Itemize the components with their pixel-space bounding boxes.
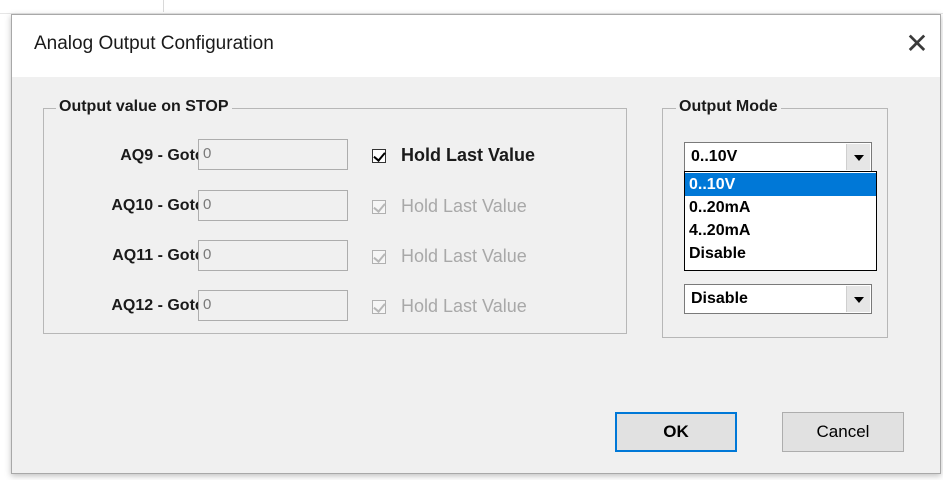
dropdown-option[interactable]: Disable	[685, 242, 876, 265]
output-mode-value: Disable	[691, 290, 748, 307]
aq10-hold-label: Hold Last Value	[401, 196, 527, 216]
aq12-goto-input[interactable]: 0	[198, 290, 348, 321]
aq9-hold-label: Hold Last Value	[401, 145, 536, 165]
dropdown-button[interactable]	[846, 286, 870, 312]
aq11-hold-checkbox[interactable]	[372, 250, 386, 264]
output-mode-legend: Output Mode	[676, 98, 781, 116]
dropdown-option[interactable]: 0..20mA	[685, 196, 876, 219]
aq11-goto-input[interactable]: 0	[198, 240, 348, 271]
close-icon[interactable]: ✕	[900, 27, 934, 61]
chevron-down-icon	[854, 297, 864, 303]
chevron-down-icon	[854, 155, 864, 161]
aq10-hold-checkbox[interactable]	[372, 200, 386, 214]
dialog-title: Analog Output Configuration	[34, 33, 274, 54]
aq11-hold-label: Hold Last Value	[401, 246, 527, 266]
aq12-label: AQ12 - Goto:	[111, 297, 210, 314]
output-mode-dropdown-list: 0..10V 0..20mA 4..20mA Disable	[684, 171, 877, 271]
aq10-goto-input[interactable]: 0	[198, 190, 348, 221]
aq12-hold-label: Hold Last Value	[401, 296, 527, 316]
analog-output-dialog: Analog Output Configuration ✕ Output val…	[11, 14, 941, 474]
output-mode-select-aq9[interactable]: 0..10V	[684, 142, 872, 172]
aq11-label: AQ11 - Goto:	[112, 247, 210, 264]
dropdown-button[interactable]	[846, 144, 870, 170]
aq10-label: AQ10 - Goto:	[111, 197, 210, 214]
output-mode-select-aq12[interactable]: Disable	[684, 284, 872, 314]
ok-button[interactable]: OK	[615, 412, 737, 452]
stop-value-group: Output value on STOP AQ9 - Goto: 0 Hold …	[43, 98, 627, 334]
aq9-hold-checkbox[interactable]	[372, 149, 386, 163]
aq9-label: AQ9 - Goto:	[120, 147, 210, 164]
background-divider	[163, 0, 164, 12]
cancel-button[interactable]: Cancel	[782, 412, 904, 452]
output-mode-value: 0..10V	[691, 148, 738, 165]
dropdown-option[interactable]: 0..10V	[685, 173, 876, 196]
stop-value-group-legend: Output value on STOP	[56, 98, 232, 116]
title-bar: Analog Output Configuration ✕	[12, 15, 940, 77]
aq12-hold-checkbox[interactable]	[372, 300, 386, 314]
dropdown-option[interactable]: 4..20mA	[685, 219, 876, 242]
output-mode-group: Output Mode 0..10V 0..10V 0..20mA 4..20m…	[662, 98, 888, 338]
aq9-goto-input[interactable]: 0	[198, 139, 348, 170]
